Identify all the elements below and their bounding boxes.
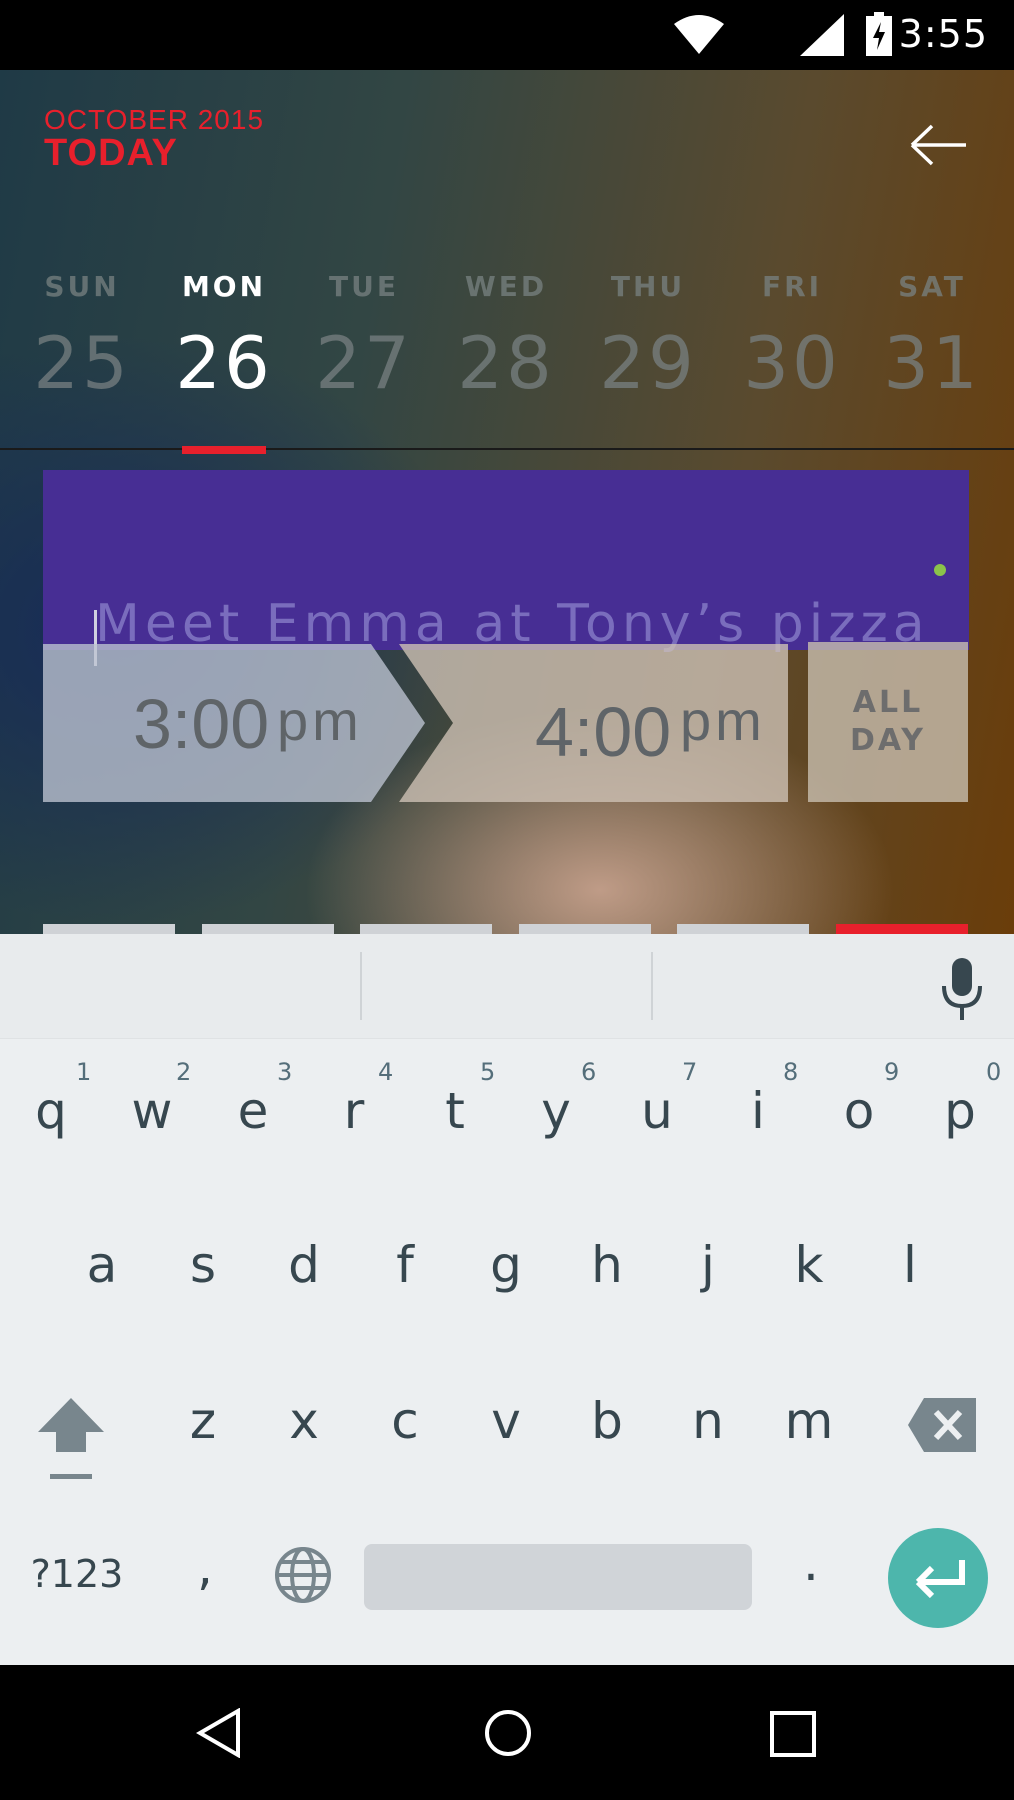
day-number: 27: [315, 321, 413, 405]
battery-charging-icon: [866, 12, 892, 56]
day-tue[interactable]: TUE 27: [304, 270, 424, 405]
start-ampm: pm: [277, 689, 363, 752]
day-name: TUE: [329, 270, 399, 303]
key-f[interactable]: f: [364, 1236, 446, 1294]
selected-day-indicator: [182, 446, 266, 454]
key-s[interactable]: s: [162, 1236, 244, 1294]
key-h[interactable]: h: [566, 1236, 648, 1294]
day-name: MON: [181, 270, 267, 303]
day-name: WED: [464, 270, 548, 303]
mic-icon[interactable]: [940, 958, 984, 1022]
key-y[interactable]: y: [515, 1082, 597, 1140]
day-name: SAT: [898, 270, 966, 303]
day-mon[interactable]: MON 26: [164, 270, 284, 405]
key-o[interactable]: o: [818, 1082, 900, 1140]
key-k[interactable]: k: [768, 1236, 850, 1294]
color-option[interactable]: [677, 924, 809, 934]
soft-keyboard: 1 2 3 4 5 6 7 8 9 0 q w e r t y u i o p …: [0, 934, 1014, 1665]
key-q[interactable]: q: [10, 1082, 92, 1140]
day-number: 31: [883, 321, 981, 405]
start-time: 3:00: [133, 685, 270, 763]
status-dot: [934, 564, 946, 576]
page-title: TODAY: [44, 132, 178, 174]
day-number: 26: [175, 321, 273, 405]
key-g[interactable]: g: [465, 1236, 547, 1294]
calendar-screen: OCTOBER 2015 TODAY SUN 25 MON 26 TUE 27 …: [0, 70, 1014, 934]
backspace-icon[interactable]: [906, 1396, 978, 1454]
color-option[interactable]: [202, 924, 334, 934]
color-option[interactable]: [519, 924, 651, 934]
day-fri[interactable]: FRI 30: [732, 270, 852, 405]
key-d[interactable]: d: [263, 1236, 345, 1294]
color-option[interactable]: [43, 924, 175, 934]
day-number: 25: [33, 321, 131, 405]
nav-home-icon[interactable]: [484, 1709, 532, 1757]
signal-icon: [800, 14, 844, 56]
key-period[interactable]: .: [770, 1534, 852, 1592]
suggestion-divider: [651, 952, 653, 1020]
day-number: 29: [599, 321, 697, 405]
key-b[interactable]: b: [566, 1392, 648, 1450]
key-x[interactable]: x: [263, 1392, 345, 1450]
key-c[interactable]: c: [364, 1392, 446, 1450]
key-l[interactable]: l: [869, 1236, 951, 1294]
globe-icon[interactable]: [274, 1546, 332, 1604]
key-i[interactable]: i: [717, 1082, 799, 1140]
key-u[interactable]: u: [616, 1082, 698, 1140]
day-name: SUN: [44, 270, 120, 303]
status-time: 3:55: [898, 12, 988, 56]
key-n[interactable]: n: [667, 1392, 749, 1450]
all-day-button[interactable]: ALL DAY: [808, 642, 968, 802]
all-day-label-line1: ALL: [852, 685, 924, 720]
navigation-bar: [0, 1665, 1014, 1800]
key-j[interactable]: j: [667, 1236, 749, 1294]
shift-icon[interactable]: [36, 1394, 106, 1484]
key-v[interactable]: v: [465, 1392, 547, 1450]
nav-recents-icon[interactable]: [770, 1711, 816, 1757]
nav-back-icon[interactable]: [196, 1708, 242, 1758]
suggestion-strip: [0, 934, 1014, 1039]
key-p[interactable]: p: [919, 1082, 1001, 1140]
suggestion-divider: [360, 952, 362, 1020]
back-arrow-icon[interactable]: [908, 122, 968, 168]
key-t[interactable]: t: [414, 1082, 496, 1140]
all-day-label-line2: DAY: [850, 723, 926, 758]
key-w[interactable]: w: [111, 1082, 193, 1140]
key-comma[interactable]: ,: [164, 1538, 246, 1596]
day-wed[interactable]: WED 28: [446, 270, 566, 405]
space-bar[interactable]: [364, 1544, 752, 1610]
key-a[interactable]: a: [61, 1236, 143, 1294]
day-thu[interactable]: THU 29: [588, 270, 708, 405]
start-time-button[interactable]: 3:00 pm: [43, 642, 413, 804]
symbols-key[interactable]: ?123: [22, 1552, 132, 1596]
wifi-icon: [674, 15, 724, 54]
end-time: 4:00: [535, 693, 672, 771]
key-m[interactable]: m: [768, 1392, 850, 1450]
day-name: FRI: [761, 270, 823, 303]
day-sun[interactable]: SUN 25: [22, 270, 142, 405]
key-e[interactable]: e: [212, 1082, 294, 1140]
status-bar: 3:55: [0, 0, 1014, 70]
key-z[interactable]: z: [162, 1392, 244, 1450]
end-time-button[interactable]: 4:00 pm: [400, 642, 788, 804]
color-option[interactable]: [836, 924, 968, 934]
week-divider: [0, 448, 1014, 450]
color-options-peek: [0, 924, 1014, 934]
day-name: THU: [610, 270, 686, 303]
end-ampm: pm: [680, 689, 766, 752]
key-r[interactable]: r: [313, 1082, 395, 1140]
color-option[interactable]: [360, 924, 492, 934]
day-sat[interactable]: SAT 31: [872, 270, 992, 405]
enter-key[interactable]: [888, 1528, 988, 1628]
day-number: 30: [743, 321, 841, 405]
enter-icon: [915, 1560, 965, 1598]
day-number: 28: [457, 321, 555, 405]
